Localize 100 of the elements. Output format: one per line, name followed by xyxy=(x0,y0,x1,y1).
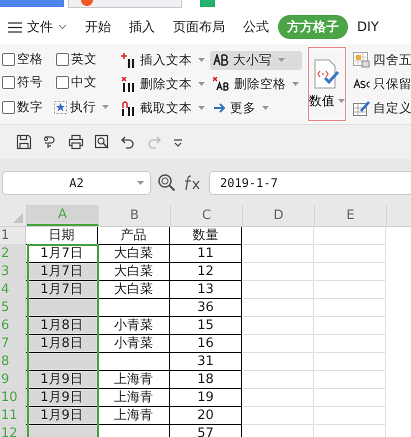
document-tab[interactable] xyxy=(68,0,182,8)
table-cell: 大白菜 xyxy=(98,245,170,263)
table-cell: 13 xyxy=(170,281,242,299)
document-check-icon xyxy=(313,58,341,88)
table-cell xyxy=(242,299,314,317)
table-cell xyxy=(242,281,314,299)
table-cell xyxy=(314,335,386,353)
ribbon-tab[interactable]: 公式 xyxy=(234,15,278,39)
table-cell: 11 xyxy=(170,245,242,263)
caret-icon xyxy=(292,82,299,86)
name-box[interactable]: A2 xyxy=(2,171,151,195)
file-menu[interactable]: 文件 xyxy=(8,15,76,39)
table-cell xyxy=(314,281,386,299)
caret-icon xyxy=(262,106,269,110)
table-cell: 1月9日 xyxy=(26,407,98,425)
table-cell xyxy=(242,407,314,425)
checkbox[interactable]: 空格 xyxy=(2,51,52,68)
table-icon xyxy=(353,52,370,68)
caret-icon xyxy=(198,82,205,86)
text-tool-button[interactable]: 删除空格 xyxy=(210,74,302,94)
table-cell: 数量 xyxy=(170,227,242,245)
ribbon-tab[interactable]: DIY xyxy=(348,16,388,38)
column-header[interactable]: D xyxy=(243,205,315,226)
table-cell: 上海青 xyxy=(98,371,170,389)
save-icon[interactable] xyxy=(16,134,32,150)
checkbox[interactable]: 符号 xyxy=(2,74,52,92)
button-label: 数值 xyxy=(309,92,335,110)
table-cell: 16 xyxy=(170,335,242,353)
table-cell xyxy=(314,389,386,407)
tool-button[interactable]: 只保留 xyxy=(350,74,411,94)
table-cell xyxy=(242,335,314,353)
caret-icon xyxy=(338,99,345,103)
table-cell: 1月8日 xyxy=(26,317,98,335)
print-preview-icon[interactable] xyxy=(94,134,110,150)
letters-icon xyxy=(213,54,230,66)
table-cell xyxy=(242,371,314,389)
checkbox[interactable]: 英文 xyxy=(56,51,106,68)
table-cell xyxy=(314,263,386,281)
table-cell xyxy=(242,317,314,335)
ribbon-tab[interactable]: 插入 xyxy=(120,15,164,39)
app-icon xyxy=(200,0,215,7)
value-button[interactable]: 数值 xyxy=(308,47,346,121)
delete-text-icon xyxy=(121,76,137,92)
row-header[interactable]: 1 xyxy=(0,227,26,245)
star-icon xyxy=(54,100,67,114)
table-cell: 57 xyxy=(170,425,242,437)
table-pen-icon xyxy=(353,100,370,116)
caret-icon xyxy=(102,105,109,110)
table-cell: 大白菜 xyxy=(98,281,170,299)
column-header[interactable]: E xyxy=(315,205,387,226)
table-cell: 1月9日 xyxy=(26,389,98,407)
caret-icon xyxy=(198,106,205,110)
table-cell: 19 xyxy=(170,389,242,407)
arrow-icon xyxy=(213,103,227,113)
table-cell: 上海青 xyxy=(98,389,170,407)
text-tool-button[interactable]: 大小写 xyxy=(210,50,302,70)
table-cell: 日期 xyxy=(26,227,98,245)
table-cell xyxy=(242,263,314,281)
delete-space-icon xyxy=(213,77,231,91)
text-tool-button[interactable]: 更多 xyxy=(210,98,302,118)
run-button[interactable]: 执行 xyxy=(51,98,112,117)
table-cell xyxy=(314,317,386,335)
table-cell xyxy=(314,245,386,263)
text-tool-button[interactable]: 截取文本 xyxy=(118,98,208,118)
table-cell: 小青菜 xyxy=(98,335,170,353)
print-icon[interactable] xyxy=(68,134,84,150)
table-cell: 产品 xyxy=(98,227,170,245)
table-cell xyxy=(314,371,386,389)
table-cell: 18 xyxy=(170,371,242,389)
table-cell: 31 xyxy=(170,353,242,371)
formula-field[interactable]: 2019-1-7 xyxy=(209,171,411,195)
table-cell: 20 xyxy=(170,407,242,425)
table-cell xyxy=(314,299,386,317)
table-cell: 1月8日 xyxy=(26,335,98,353)
table-cell xyxy=(98,353,170,371)
table-cell: 15 xyxy=(170,317,242,335)
undo-icon[interactable] xyxy=(120,134,136,150)
ribbon-tab[interactable]: 页面布局 xyxy=(164,15,234,39)
cut-text-icon xyxy=(121,100,137,116)
table-cell: 1月7日 xyxy=(26,263,98,281)
table-cell xyxy=(242,353,314,371)
table-cell: 1月7日 xyxy=(26,245,98,263)
table-cell xyxy=(242,389,314,407)
table-cell xyxy=(242,245,314,263)
caret-icon xyxy=(278,58,285,62)
menu-icon xyxy=(8,22,22,32)
text-tool-button[interactable]: 删除文本 xyxy=(118,74,208,94)
caret-icon xyxy=(137,181,144,185)
column-header[interactable]: B xyxy=(99,205,171,226)
zoom-icon[interactable] xyxy=(157,173,177,193)
ribbon-tab[interactable]: 开始 xyxy=(76,15,120,39)
table-cell: 1月7日 xyxy=(26,281,98,299)
table-cell: 上海青 xyxy=(98,407,170,425)
checkbox[interactable]: 中文 xyxy=(56,74,106,92)
table-cell: 12 xyxy=(170,263,242,281)
checkbox[interactable]: 数字 xyxy=(2,98,47,117)
text-tool-button[interactable]: 插入文本 xyxy=(118,50,208,70)
table-cell xyxy=(314,407,386,425)
table-cell xyxy=(314,353,386,371)
column-header[interactable]: C xyxy=(171,205,243,226)
